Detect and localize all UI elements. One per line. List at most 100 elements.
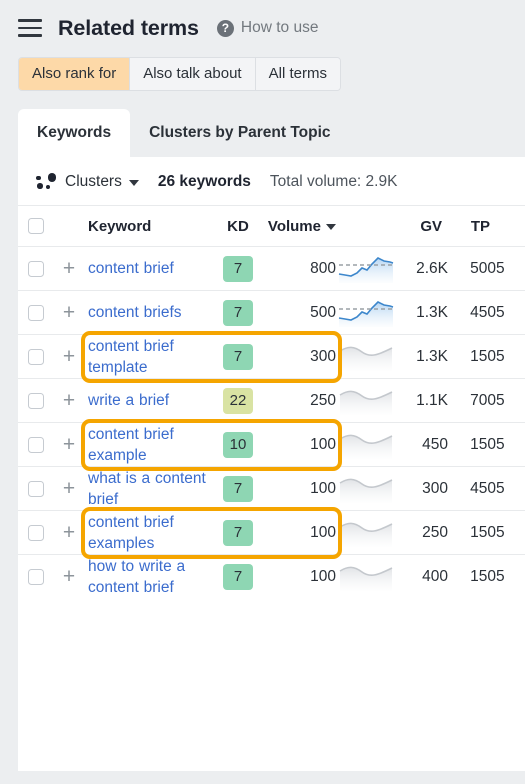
tp-cell: 150 [448, 554, 496, 599]
gv-cell: 1.3K [396, 290, 448, 335]
row-select-cell [18, 510, 54, 555]
trend-column-header [336, 205, 396, 247]
keyword-link[interactable]: content brief examples [84, 512, 212, 554]
clusters-dropdown-label[interactable]: Clusters [65, 173, 122, 191]
tp-cell: 700 [448, 378, 496, 423]
add-keyword-icon[interactable]: + [54, 302, 84, 323]
row-add-cell: + [54, 378, 84, 423]
volume-column-header[interactable]: Volume [264, 205, 336, 247]
add-keyword-icon[interactable]: + [54, 522, 84, 543]
trend-sparkline [339, 346, 393, 371]
kd-badge: 7 [223, 299, 253, 326]
table-row[interactable]: + content brief example 10 100 450 150 5 [18, 422, 525, 467]
row-select-cell [18, 246, 54, 291]
keyword-cell: content briefs [84, 290, 212, 335]
keyword-link[interactable]: write a brief [84, 390, 212, 411]
keyword-link[interactable]: content brief example [84, 424, 212, 466]
kd-cell: 7 [212, 246, 264, 291]
clusters-dots-icon [36, 173, 57, 190]
trend-cell [336, 378, 396, 423]
hamburger-icon[interactable] [18, 19, 42, 37]
add-column-header [54, 205, 84, 247]
tp-cell: 450 [448, 290, 496, 335]
add-keyword-icon[interactable]: + [54, 566, 84, 587]
tp-cell: 500 [448, 246, 496, 291]
kd-cell: 10 [212, 422, 264, 467]
page-title: Related terms [58, 15, 199, 40]
kd-cell: 7 [212, 466, 264, 511]
table-row[interactable]: + content brief template 7 300 1.3K 150 5 [18, 334, 525, 379]
table-header: Keyword KD Volume GV TP [18, 205, 525, 247]
cut-cell: 5 [496, 378, 525, 423]
table-row[interactable]: + content brief examples 7 100 250 150 5 [18, 510, 525, 555]
segment-also-rank-for[interactable]: Also rank for [19, 58, 131, 90]
table-row[interactable]: + content briefs 7 500 1.3K 450 5 [18, 290, 525, 335]
row-select-cell [18, 290, 54, 335]
tab-keywords[interactable]: Keywords [18, 109, 131, 157]
gv-cell: 250 [396, 510, 448, 555]
tp-cell: 150 [448, 422, 496, 467]
volume-cell: 300 [264, 334, 336, 379]
cut-cell: 5 [496, 554, 525, 599]
page-header: Related terms ? How to use [0, 0, 525, 40]
add-keyword-icon[interactable]: + [54, 390, 84, 411]
gv-cell: 2.6K [396, 246, 448, 291]
keyword-link[interactable]: content brief template [84, 336, 212, 378]
volume-cell: 100 [264, 422, 336, 467]
how-to-use-link[interactable]: ? How to use [216, 19, 318, 37]
row-add-cell: + [54, 334, 84, 379]
table-row[interactable]: + content brief 7 800 2.6K 500 5 [18, 246, 525, 291]
panel-tabs: Keywords Clusters by Parent Topic [18, 109, 525, 157]
table-header-row: Keyword KD Volume GV TP [18, 205, 525, 247]
keyword-link[interactable]: content brief [84, 258, 212, 279]
row-checkbox[interactable] [28, 348, 44, 365]
volume-cell: 250 [264, 378, 336, 423]
cut-cell: 5 [496, 422, 525, 467]
segment-also-talk-about[interactable]: Also talk about [130, 58, 256, 90]
row-select-cell [18, 334, 54, 379]
row-select-cell [18, 466, 54, 511]
keyword-count: 26 keywords [157, 172, 251, 190]
volume-cell: 100 [264, 466, 336, 511]
keyword-link[interactable]: what is a content brief [84, 468, 212, 510]
volume-column-label: Volume [267, 217, 321, 235]
tp-column-header[interactable]: TP [448, 205, 496, 247]
segment-all-terms[interactable]: All terms [255, 58, 340, 90]
volume-cell: 100 [264, 510, 336, 555]
row-checkbox[interactable] [28, 436, 44, 453]
row-checkbox[interactable] [28, 480, 44, 497]
trend-cell [336, 290, 396, 335]
keyword-link[interactable]: how to write a content brief [84, 556, 212, 598]
select-all-checkbox[interactable] [28, 218, 44, 234]
tp-cell: 450 [448, 466, 496, 511]
keyword-link[interactable]: content briefs [84, 302, 212, 323]
row-select-cell [18, 554, 54, 599]
kd-badge: 7 [223, 519, 253, 546]
row-checkbox[interactable] [28, 568, 44, 585]
add-keyword-icon[interactable]: + [54, 346, 84, 367]
table-row[interactable]: + what is a content brief 7 100 300 450 5 [18, 466, 525, 511]
gv-column-header[interactable]: GV [396, 205, 448, 247]
kd-cell: 7 [212, 554, 264, 599]
kd-badge: 22 [223, 387, 253, 414]
row-checkbox[interactable] [28, 392, 44, 409]
trend-sparkline [339, 566, 393, 591]
trend-sparkline [339, 390, 393, 415]
row-checkbox[interactable] [28, 304, 44, 321]
add-keyword-icon[interactable]: + [54, 478, 84, 499]
keyword-column-header[interactable]: Keyword [84, 205, 212, 247]
tab-clusters-by-parent-topic[interactable]: Clusters by Parent Topic [130, 109, 349, 157]
trend-sparkline [339, 478, 393, 503]
trend-cell [336, 554, 396, 599]
table-row[interactable]: + write a brief 22 250 1.1K 700 5 [18, 378, 525, 423]
row-checkbox[interactable] [28, 524, 44, 541]
add-keyword-icon[interactable]: + [54, 258, 84, 279]
keyword-cell: how to write a content brief [84, 554, 212, 599]
kd-badge: 7 [223, 563, 253, 590]
kd-column-header[interactable]: KD [212, 205, 264, 247]
table-row[interactable]: + how to write a content brief 7 100 400 150 5 [18, 554, 525, 599]
add-keyword-icon[interactable]: + [54, 434, 84, 455]
chevron-down-icon[interactable] [128, 179, 139, 186]
row-checkbox[interactable] [28, 260, 44, 277]
trend-sparkline [339, 522, 393, 547]
